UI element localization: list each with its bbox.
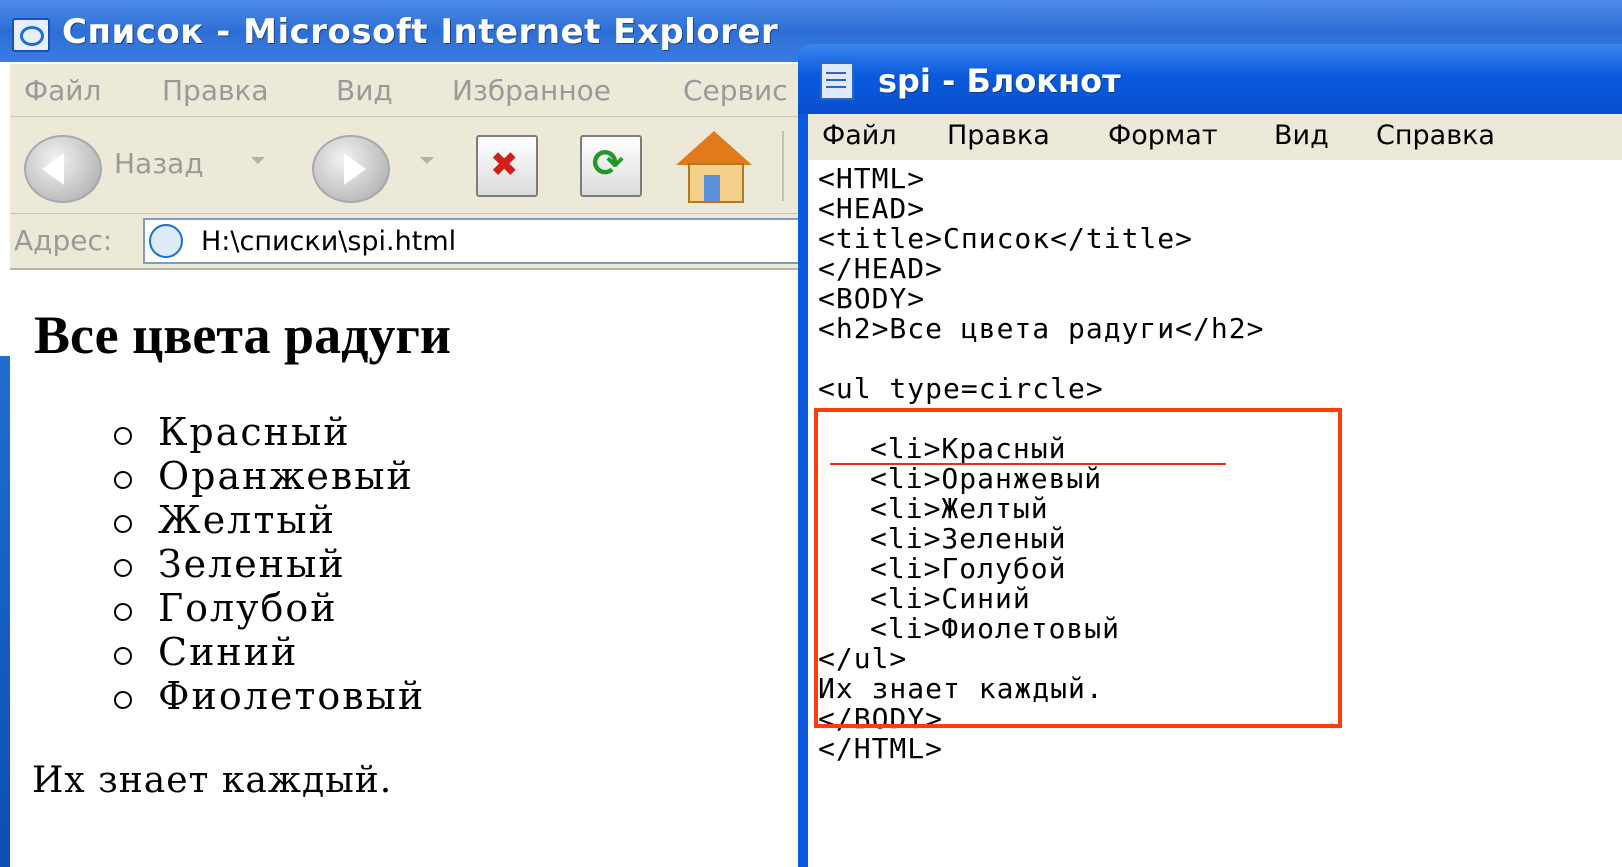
color-list: Красный Оранжевый Желтый Зеленый Голубой… [114,410,425,718]
list-item-text: Оранжевый [158,454,414,498]
toolbar-separator [782,131,784,201]
list-item-text: Синий [158,630,299,674]
page-footer-text: Их знает каждый. [32,760,393,801]
notepad-icon [820,62,854,100]
background-strip [0,356,10,867]
code-line: <HTML> [818,162,926,195]
list-item: Зеленый [114,542,425,586]
home-icon [676,131,752,165]
code-line: </HEAD> [818,252,944,285]
list-item: Оранжевый [114,454,425,498]
list-item: Красный [114,410,425,454]
circle-bullet-icon [114,602,132,621]
ie-menu-favorites[interactable]: Избранное [452,74,611,107]
stop-icon: ✖ [490,145,519,185]
back-button-label[interactable]: Назад [114,147,204,180]
ie-app-icon [12,18,50,52]
notepad-window-title: spi - Блокнот [878,62,1121,100]
list-item-text: Зеленый [158,542,346,586]
back-dropdown-icon[interactable] [251,157,265,164]
ie-menu-edit[interactable]: Правка [162,74,269,107]
list-item-text: Желтый [158,498,336,542]
notepad-window: spi - Блокнот Файл Правка Формат Вид Спр… [798,44,1622,867]
ul-underline [830,463,1226,465]
forward-arrow-icon [344,153,366,185]
notepad-menu-edit[interactable]: Правка [947,120,1050,151]
circle-bullet-icon [114,690,132,709]
list-item: Голубой [114,586,425,630]
notepad-menu-bar: Файл Правка Формат Вид Справка [808,114,1622,161]
back-button[interactable] [24,135,102,203]
home-icon-door [704,175,720,201]
list-item: Фиолетовый [114,674,425,718]
circle-bullet-icon [114,426,132,445]
code-ul-open: <ul type=circle> [818,372,1104,405]
back-arrow-icon [42,153,64,185]
stop-button[interactable]: ✖ [476,135,538,197]
ie-menu-view[interactable]: Вид [336,74,393,107]
address-label: Адрес: [14,224,113,257]
code-line: <h2>Все цвета радуги</h2> [818,312,1265,345]
circle-bullet-icon [114,558,132,577]
notepad-menu-help[interactable]: Справка [1376,120,1495,151]
list-item-text: Красный [158,410,351,454]
list-item-text: Голубой [158,586,338,630]
forward-button[interactable] [312,135,390,203]
notepad-menu-format[interactable]: Формат [1108,120,1218,151]
forward-dropdown-icon[interactable] [420,157,434,164]
ie-menu-file[interactable]: Файл [24,74,101,107]
home-button[interactable] [676,131,752,203]
page-icon [149,224,183,258]
circle-bullet-icon [114,470,132,489]
address-value[interactable]: H:\списки\spi.html [201,226,456,257]
notepad-body: Файл Правка Формат Вид Справка <HTML> <H… [808,114,1622,867]
circle-bullet-icon [114,646,132,665]
list-item: Желтый [114,498,425,542]
code-line: </HTML> [818,732,944,765]
list-item-text: Фиолетовый [158,674,426,718]
ie-window-title: Список - Microsoft Internet Explorer [62,12,779,52]
notepad-title-bar: spi - Блокнот [798,44,1622,114]
refresh-icon: ⟳ [592,141,624,185]
list-item: Синий [114,630,425,674]
notepad-menu-view[interactable]: Вид [1274,120,1329,151]
page-heading: Все цвета радуги [34,305,452,365]
code-line: <HEAD> [818,192,926,225]
code-line: <BODY> [818,282,926,315]
notepad-text-area[interactable]: <HTML> <HEAD> <title>Список</title> </HE… [808,160,1622,867]
refresh-button[interactable]: ⟳ [580,135,642,197]
circle-bullet-icon [114,514,132,533]
notepad-menu-file[interactable]: Файл [822,120,897,151]
ul-highlight-box [814,408,1342,728]
page-content: Все цвета радуги Красный Оранжевый Желты… [10,270,810,867]
ie-menu-tools[interactable]: Сервис [683,74,788,107]
code-line: <title>Список</title> [818,222,1194,255]
